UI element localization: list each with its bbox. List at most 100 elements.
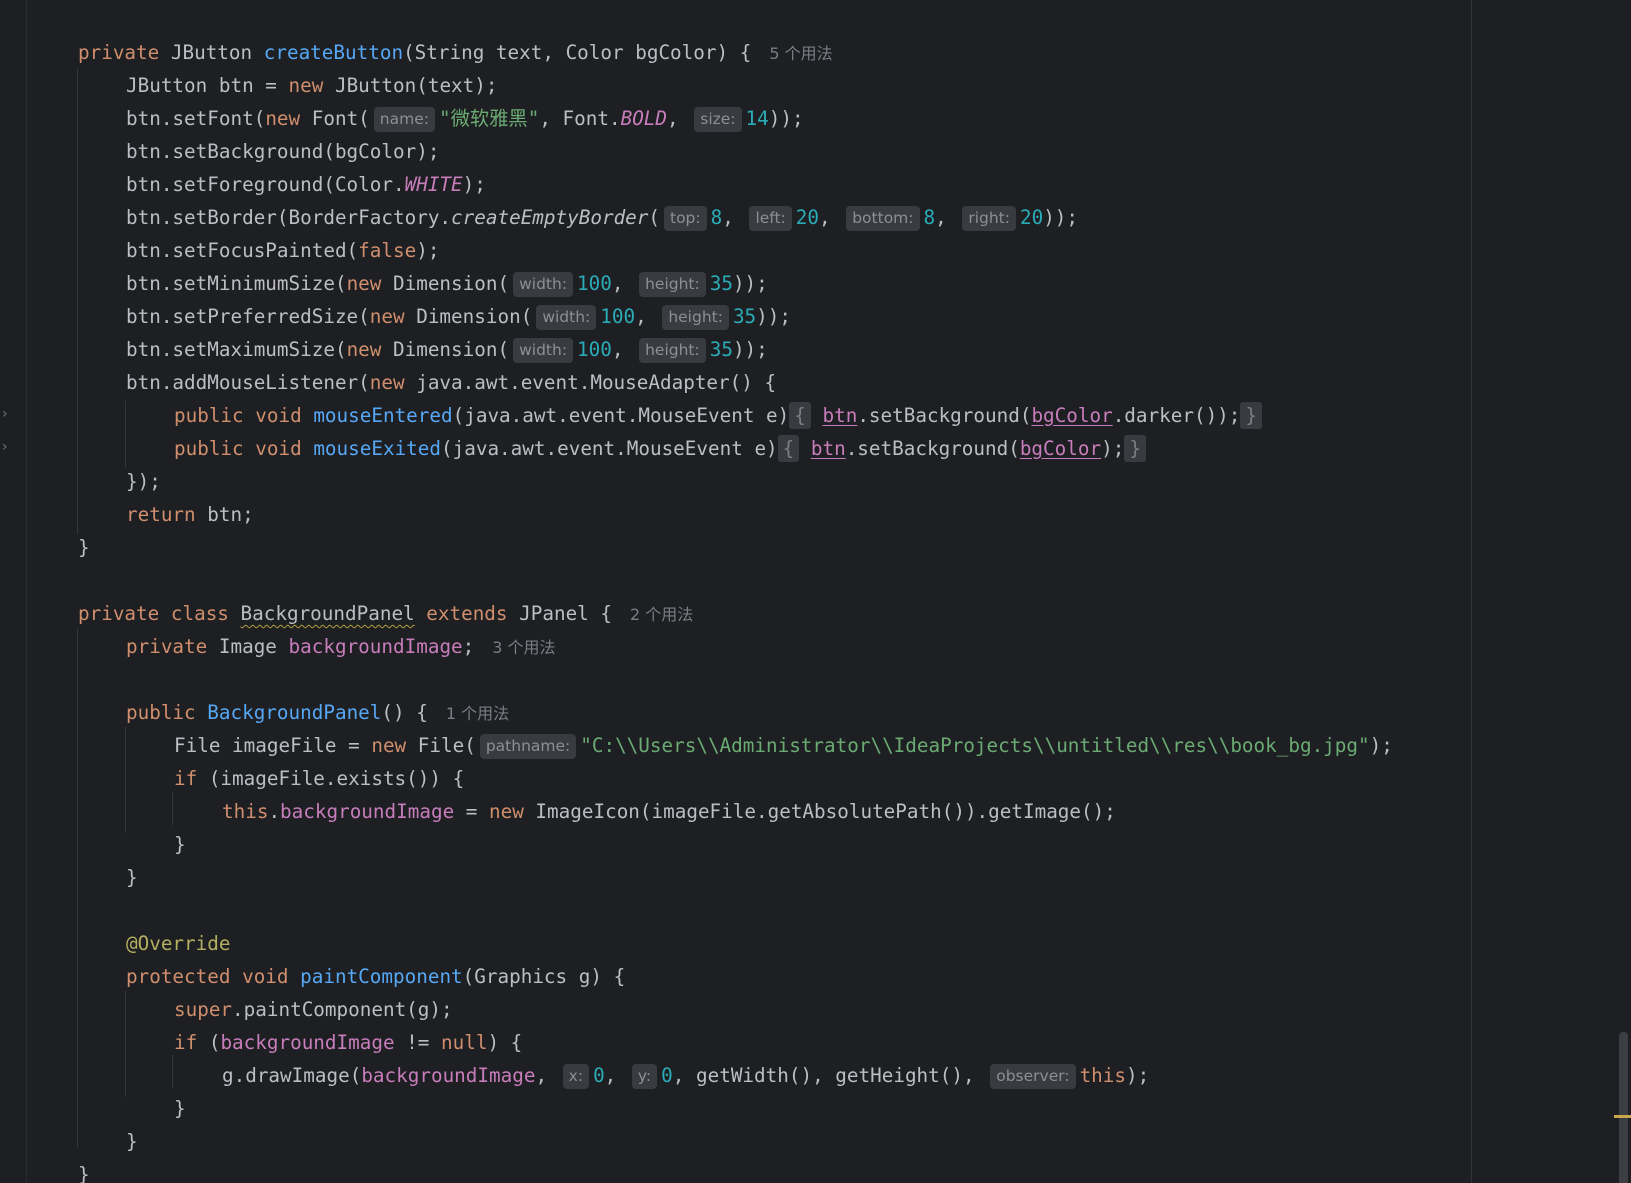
code-text: (Graphics g) { [462, 965, 626, 988]
folded-brace[interactable]: { [789, 402, 811, 429]
code-line: g.drawImage(backgroundImage, x: 0, y: 0, g… [222, 1064, 1150, 1089]
code-line: JButton btn = new JButton(text); [0, 69, 1393, 102]
code-line: btn.setFocusPainted(false); [0, 234, 1393, 267]
class-name[interactable]: BackgroundPanel [241, 602, 415, 625]
code-text: = [454, 800, 489, 823]
code-text: ( [197, 1031, 221, 1054]
code-text: JButton(text); [323, 74, 498, 97]
number-literal: 35 [732, 305, 757, 328]
method-name[interactable]: mouseExited [313, 437, 441, 460]
code-text: } [78, 536, 90, 559]
method-name[interactable]: mouseEntered [313, 404, 452, 427]
scrollbar-thumb[interactable] [1619, 1032, 1628, 1183]
code-text: Font( [300, 107, 370, 130]
field-name: backgroundImage [361, 1064, 536, 1087]
usage-hint[interactable]: 5 个用法 [769, 44, 832, 63]
code-editor[interactable]: › › private JButton createButton(String … [0, 0, 1631, 1183]
keyword: extends [426, 602, 508, 625]
code-text: () { [381, 701, 428, 724]
parameter-hint: height: [639, 272, 706, 297]
code-text: , [667, 107, 679, 130]
code-line: } [0, 828, 1393, 861]
code-line: btn.setBorder(BorderFactory.createEmptyB… [126, 206, 1079, 231]
code-line: } [0, 1125, 1393, 1158]
code-line: btn.setFont(new Font(name: "微软雅黑", Font.B… [0, 102, 1393, 135]
code-text: g.drawImage( [222, 1064, 362, 1087]
folded-brace[interactable]: } [1240, 402, 1263, 429]
code-text: } [174, 1097, 186, 1120]
code-text: } [78, 1163, 90, 1183]
code-area[interactable]: private JButton createButton(String text… [0, 36, 1393, 1183]
code-text: btn; [195, 503, 254, 526]
parameter-hint: right: [962, 206, 1016, 231]
code-text: ); [1101, 437, 1125, 460]
captured-variable: btn [810, 437, 846, 460]
number-literal: 35 [709, 272, 733, 295]
code-text: File imageFile = [174, 734, 372, 757]
number-literal: 20 [795, 206, 819, 229]
usage-hint[interactable]: 3 个用法 [492, 638, 555, 657]
code-text: btn.setFont( [126, 107, 266, 130]
code-line: } [0, 531, 1393, 564]
constant: BOLD [620, 107, 668, 130]
code-line: btn.setForeground(Color.WHITE); [0, 168, 1393, 201]
keyword: new [369, 371, 405, 394]
warning-marker[interactable] [1614, 1115, 1631, 1118]
code-line: if (imageFile.exists()) { [0, 762, 1393, 795]
code-text: Dimension( [381, 272, 510, 295]
code-text: Dimension( [381, 338, 510, 361]
keyword: public [126, 701, 196, 724]
folded-brace[interactable]: } [1124, 435, 1146, 462]
keyword: new [371, 734, 407, 757]
usage-hint[interactable]: 2 个用法 [630, 605, 693, 624]
string-literal: "微软雅黑" [438, 107, 540, 130]
folded-brace[interactable]: { [777, 435, 800, 462]
keyword: private [126, 635, 208, 658]
code-text: )); [756, 305, 791, 328]
code-line: if (backgroundImage != null) { [0, 1026, 1393, 1059]
code-line: public void mouseExited(java.awt.event.M… [0, 432, 1393, 465]
captured-variable: btn [822, 404, 858, 427]
field-name: backgroundImage [288, 635, 463, 658]
number-literal: 8 [923, 206, 936, 229]
code-text: ( [648, 206, 660, 229]
code-text: .darker()); [1112, 404, 1241, 427]
code-text: ); [462, 173, 486, 196]
code-line: @Override [0, 927, 1393, 960]
code-line: btn.setMaximumSize(new Dimension(width: 1… [126, 338, 768, 363]
code-line: private Image backgroundImage; 3 个用法 [0, 630, 1393, 663]
code-text: ) { [487, 1031, 523, 1054]
code-text: Dimension( [404, 305, 533, 328]
method-name[interactable]: createButton [264, 41, 403, 64]
code-text: btn.setMaximumSize( [126, 338, 347, 361]
code-line: super.paintComponent(g); [0, 993, 1393, 1026]
method-name[interactable]: BackgroundPanel [207, 701, 381, 724]
number-literal: 14 [745, 107, 769, 130]
code-text: btn.setBackground(bgColor); [126, 140, 440, 163]
code-text: (imageFile.exists()) { [197, 767, 465, 790]
code-line: return btn; [0, 498, 1393, 531]
code-text: (java.awt.event.MouseEvent e) [441, 437, 778, 460]
code-line: public BackgroundPanel() { 1 个用法 [0, 696, 1393, 729]
parameter-hint: observer: [990, 1064, 1076, 1089]
vertical-scrollbar[interactable] [1611, 0, 1631, 1183]
parameter-hint: width: [513, 338, 574, 363]
code-line: } [0, 1158, 1393, 1183]
number-literal: 0 [661, 1064, 673, 1087]
code-text: btn.setBorder(BorderFactory. [126, 206, 452, 229]
parameter-hint: left: [749, 206, 792, 231]
code-text: Image [207, 635, 289, 658]
method-name[interactable]: paintComponent [300, 965, 463, 988]
usage-hint[interactable]: 1 个用法 [446, 704, 509, 723]
keyword: new [265, 107, 301, 130]
code-text: (String text, Color bgColor) { [403, 41, 752, 64]
number-literal: 20 [1019, 206, 1044, 229]
code-line: }); [0, 465, 1393, 498]
captured-variable: bgColor [1019, 437, 1102, 460]
number-literal: 100 [600, 305, 636, 328]
code-text: , getWidth(), getHeight(), [672, 1064, 975, 1087]
code-text: .paintComponent(g); [232, 998, 453, 1021]
parameter-hint: size: [694, 107, 742, 132]
annotation: @Override [126, 932, 231, 955]
